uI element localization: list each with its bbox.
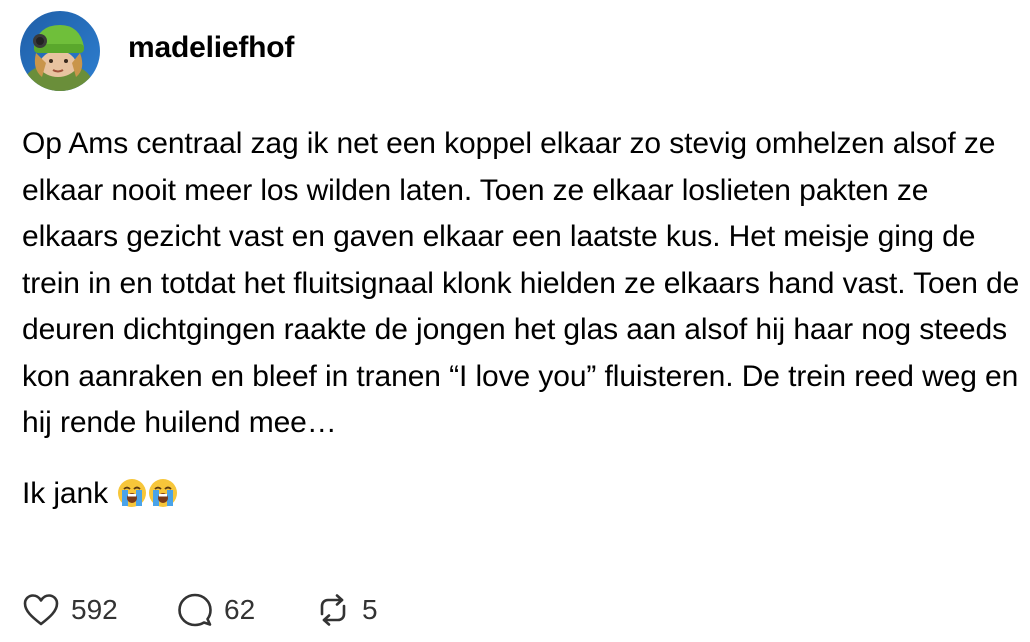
post-header: madeliefhof (20, 11, 294, 91)
repost-arrows-icon (315, 592, 351, 628)
post-text: Op Ams centraal zag ik net een koppel el… (22, 127, 1020, 439)
like-button[interactable]: 592 (22, 593, 177, 627)
post-actions: 592 62 5 (22, 590, 378, 630)
avatar[interactable] (20, 11, 100, 91)
post-closing: Ik jank (22, 471, 1022, 518)
like-count: 592 (71, 594, 118, 625)
loudly-crying-face-emoji (148, 478, 178, 508)
speech-bubble-icon (177, 592, 213, 628)
post-body: Op Ams centraal zag ik net een koppel el… (22, 121, 1022, 517)
reply-button[interactable]: 62 (177, 592, 315, 628)
reply-count: 62 (224, 594, 256, 625)
repost-button[interactable]: 5 (315, 592, 378, 628)
username[interactable]: madeliefhof (128, 31, 294, 65)
post-closing-text: Ik jank (22, 476, 109, 510)
loudly-crying-face-emoji (117, 478, 147, 508)
repost-count: 5 (362, 594, 378, 625)
heart-icon (22, 593, 60, 627)
